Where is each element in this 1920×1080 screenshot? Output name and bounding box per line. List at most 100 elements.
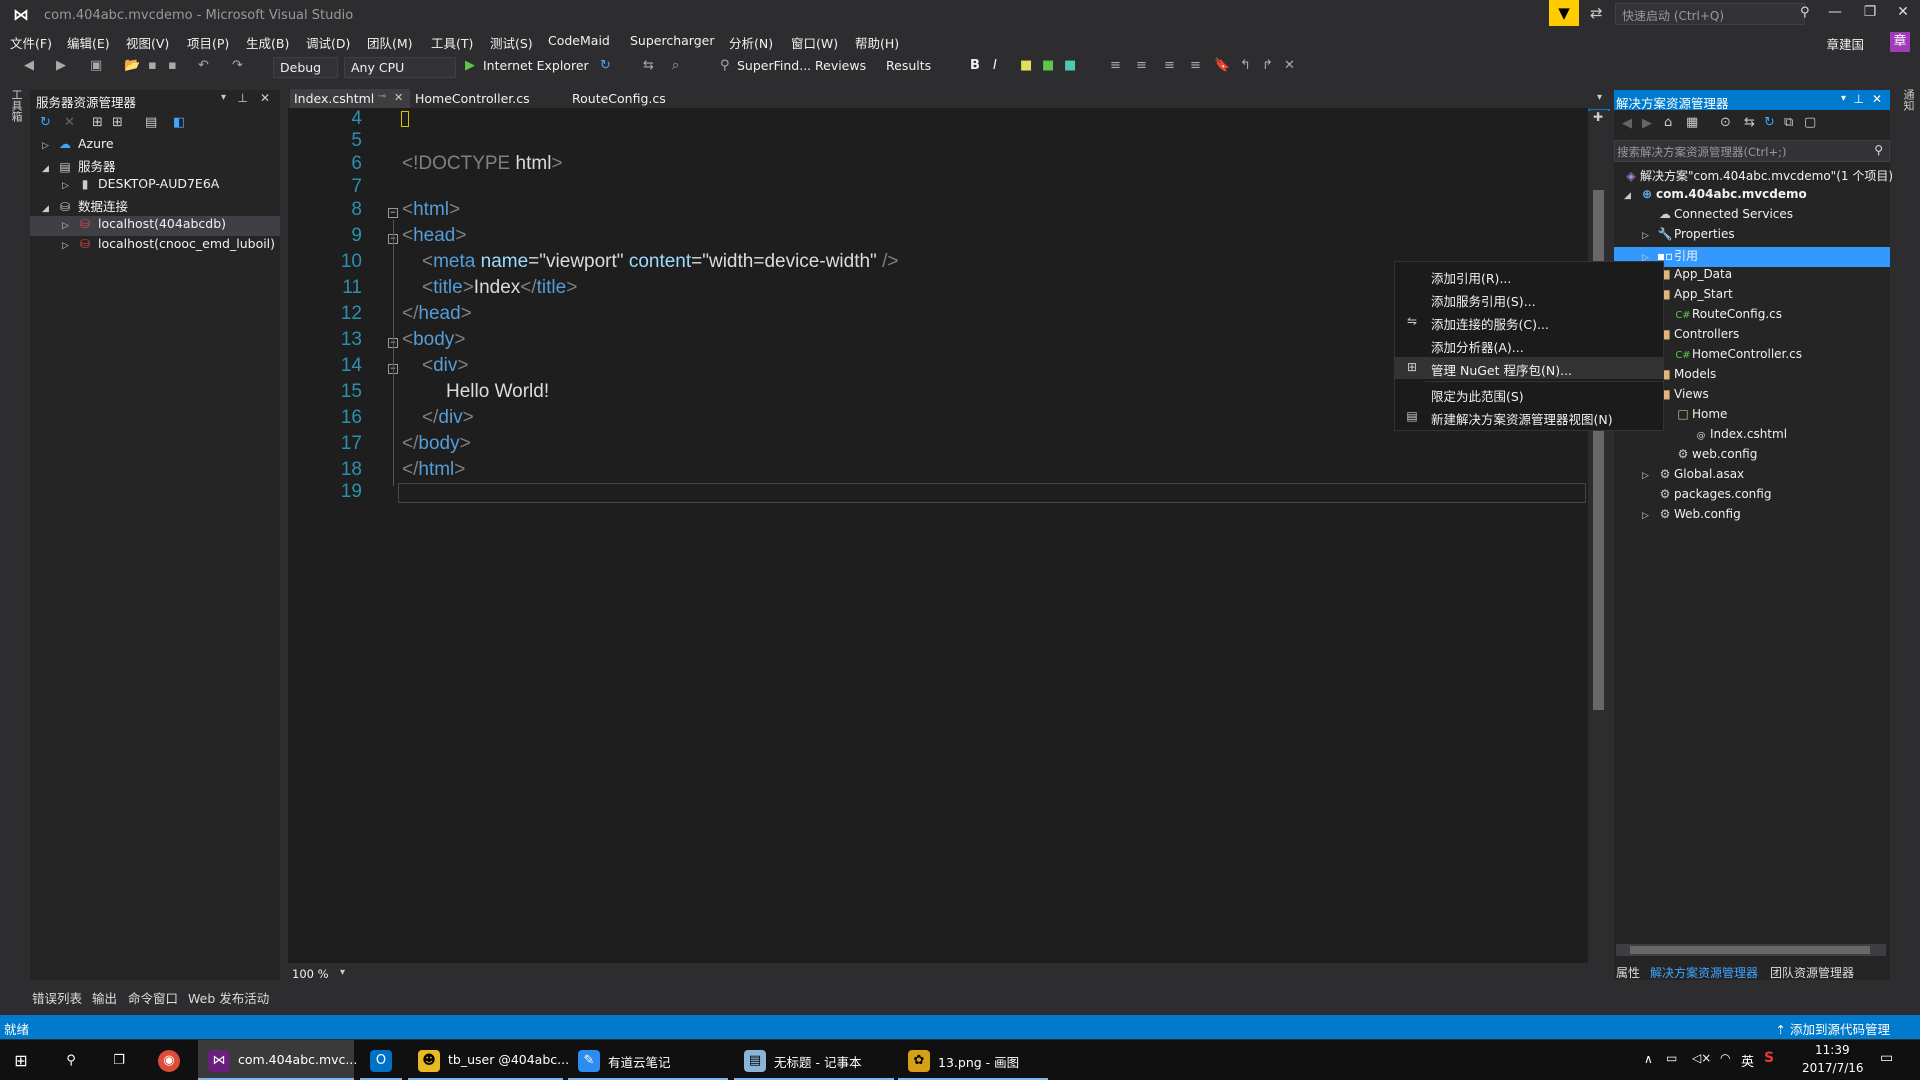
task-view-button[interactable]: ❐ xyxy=(98,1040,144,1080)
tree-item-views-web-config[interactable]: ⚙ web.config xyxy=(1614,447,1890,467)
tree-item-localhost-cnooc[interactable]: ▷ ⛁ localhost(cnooc_emd_luboil) xyxy=(30,236,280,256)
tab-homecontroller[interactable]: HomeController.cs xyxy=(411,89,546,109)
search-icon[interactable]: ⚲ xyxy=(1800,5,1810,20)
minimize-button[interactable]: — xyxy=(1820,4,1850,20)
new-project-icon[interactable]: ▣ xyxy=(90,58,102,73)
highlight-green-icon[interactable]: ■ xyxy=(1042,58,1054,73)
expand-icon[interactable]: ▷ xyxy=(42,141,56,151)
pin-icon[interactable]: ⊥ xyxy=(238,91,248,105)
expand-icon[interactable]: ▷ xyxy=(1642,471,1656,481)
prev-bookmark-icon[interactable]: ↰ xyxy=(1240,58,1251,73)
comment-icon[interactable]: ≡ xyxy=(1164,58,1175,73)
solution-configuration-select[interactable]: Debug xyxy=(273,57,338,78)
menu-file[interactable]: 文件(F) xyxy=(10,33,52,52)
save-icon[interactable]: ▪ xyxy=(148,58,157,73)
menu-add-service-reference[interactable]: 添加服务引用(S)... xyxy=(1395,288,1663,310)
collapse-icon[interactable]: ◢ xyxy=(42,204,56,214)
solution-search-input[interactable]: 搜索解决方案资源管理器(Ctrl+;) ⚲ xyxy=(1614,140,1890,162)
italic-button[interactable]: I xyxy=(993,58,997,73)
pin-icon[interactable]: ⊥ xyxy=(1854,92,1864,106)
notifications-tab[interactable]: 通知 xyxy=(1900,89,1916,111)
connect-server-icon[interactable]: ⊞ xyxy=(112,115,123,130)
azure-connect-icon[interactable]: ◧ xyxy=(173,115,185,130)
code-editor[interactable]: 4 5 6 7 8 9 10 11 12 13 14 15 16 17 18 1… xyxy=(288,108,1588,963)
task-outlook[interactable]: O xyxy=(360,1040,402,1080)
tab-command-window[interactable]: 命令窗口 xyxy=(128,988,178,1007)
tab-solution-explorer[interactable]: 解决方案资源管理器 xyxy=(1650,964,1758,981)
task-visual-studio[interactable]: ⋈ com.404abc.mvc... xyxy=(198,1040,357,1080)
run-target-button[interactable]: Internet Explorer xyxy=(483,58,589,73)
network-icon[interactable]: ◠ xyxy=(1720,1051,1730,1065)
menu-window[interactable]: 窗口(W) xyxy=(791,33,838,52)
clock-time[interactable]: 11:39 xyxy=(1815,1043,1850,1057)
solution-horizontal-scrollbar[interactable] xyxy=(1616,944,1886,956)
browser-link-icon[interactable]: ⇆ xyxy=(643,58,654,73)
quick-launch-input[interactable]: 快速启动 (Ctrl+Q) xyxy=(1615,3,1805,25)
task-paint[interactable]: ✿ 13.png - 画图 xyxy=(898,1040,1048,1080)
notification-filter-icon[interactable]: ▼ xyxy=(1549,0,1579,26)
menu-scope-to-this[interactable]: 限定为此范围(S) xyxy=(1395,383,1663,405)
tree-item-packages-config[interactable]: ⚙ packages.config xyxy=(1614,487,1890,507)
tab-team-explorer[interactable]: 团队资源管理器 xyxy=(1770,964,1854,981)
tree-item-web-config[interactable]: ▷ ⚙ Web.config xyxy=(1614,507,1890,527)
expand-icon[interactable]: ▷ xyxy=(62,241,76,251)
editor-vertical-scrollbar[interactable]: ✚ xyxy=(1590,110,1608,965)
tree-item-solution[interactable]: ◈ 解决方案"com.404abc.mvcdemo"(1 个项目) xyxy=(1614,167,1893,187)
align-right-icon[interactable]: ≡ xyxy=(1136,58,1147,73)
refresh-icon[interactable]: ↻ xyxy=(1764,115,1775,130)
expand-icon[interactable]: ▷ xyxy=(1642,231,1656,241)
toolbox-tab[interactable]: 工具箱 xyxy=(8,89,24,122)
restore-button[interactable]: ❐ xyxy=(1855,4,1885,20)
open-file-icon[interactable]: 📂 xyxy=(124,58,140,73)
menu-test[interactable]: 测试(S) xyxy=(490,33,533,52)
battery-icon[interactable]: ▭ xyxy=(1666,1051,1677,1065)
menu-build[interactable]: 生成(B) xyxy=(246,33,289,52)
find-icon[interactable]: ⌕ xyxy=(672,58,679,73)
sogou-input-icon[interactable]: S xyxy=(1764,1050,1774,1066)
menu-new-solution-view[interactable]: ▤ 新建解决方案资源管理器视图(N) xyxy=(1395,406,1663,428)
expand-icon[interactable]: ▷ xyxy=(62,221,76,231)
superfind-button[interactable]: SuperFind... xyxy=(737,58,811,73)
refresh-icon[interactable]: ↻ xyxy=(40,115,51,130)
refresh-browser-icon[interactable]: ↻ xyxy=(600,58,611,73)
chrome-button[interactable]: ◉ xyxy=(148,1040,194,1080)
ime-indicator[interactable]: 英 xyxy=(1741,1051,1754,1070)
tree-item-connected-services[interactable]: ☁ Connected Services xyxy=(1614,207,1890,227)
tree-item-localhost-404abcdb[interactable]: ▷ ⛁ localhost(404abcdb) xyxy=(30,216,280,236)
user-name[interactable]: 章建国 xyxy=(1826,34,1864,53)
panel-dropdown-icon[interactable]: ▾ xyxy=(221,92,226,103)
clear-bookmarks-icon[interactable]: ✕ xyxy=(1284,58,1295,73)
back-icon[interactable]: ◀ xyxy=(1622,116,1632,131)
task-sql[interactable]: ☻ tb_user @404abc... xyxy=(408,1040,569,1080)
tree-item-servers[interactable]: ◢ ▤ 服务器 xyxy=(30,156,280,176)
sync-icon[interactable]: ⇆ xyxy=(1744,115,1755,130)
fold-html-icon[interactable]: − xyxy=(388,208,398,218)
home-icon[interactable]: ⌂ xyxy=(1664,115,1672,130)
highlight-teal-icon[interactable]: ■ xyxy=(1064,58,1076,73)
zoom-select[interactable]: 100 % xyxy=(292,967,329,981)
tree-item-properties[interactable]: ▷ 🔧 Properties xyxy=(1614,227,1890,247)
menu-project[interactable]: 项目(P) xyxy=(187,33,229,52)
close-icon[interactable]: ✕ xyxy=(260,91,270,105)
menu-help[interactable]: 帮助(H) xyxy=(855,33,899,52)
panel-dropdown-icon[interactable]: ▾ xyxy=(1841,93,1846,104)
start-button[interactable]: ⊞ xyxy=(0,1040,46,1080)
tab-overflow-icon[interactable]: ▾ xyxy=(1597,92,1602,103)
navigate-back-icon[interactable]: ◀ xyxy=(24,58,34,73)
show-all-files-icon[interactable]: ▢ xyxy=(1804,115,1816,130)
tab-web-publish[interactable]: Web 发布活动 xyxy=(188,988,269,1007)
tree-item-data-connections[interactable]: ◢ ⛁ 数据连接 xyxy=(30,196,280,216)
tree-item-global-asax[interactable]: ▷ ⚙ Global.asax xyxy=(1614,467,1890,487)
tab-properties[interactable]: 属性 xyxy=(1616,964,1640,981)
scrollbar-thumb[interactable] xyxy=(1630,946,1870,954)
action-center-icon[interactable]: ▭ xyxy=(1880,1050,1893,1066)
menu-codemaid[interactable]: CodeMaid xyxy=(548,33,610,48)
connect-database-icon[interactable]: ⊞ xyxy=(92,115,103,130)
task-notepad[interactable]: ▤ 无标题 - 记事本 xyxy=(734,1040,894,1080)
add-to-source-control-button[interactable]: ⇡ 添加到源代码管理 xyxy=(1776,1019,1890,1038)
split-editor-icon[interactable]: ✚ xyxy=(1593,110,1603,124)
search-icon[interactable]: ⚲ xyxy=(1874,143,1883,157)
bookmark-icon[interactable]: 🔖 xyxy=(1214,58,1230,73)
menu-team[interactable]: 团队(M) xyxy=(367,33,413,52)
tab-routeconfig[interactable]: RouteConfig.cs xyxy=(568,89,678,109)
